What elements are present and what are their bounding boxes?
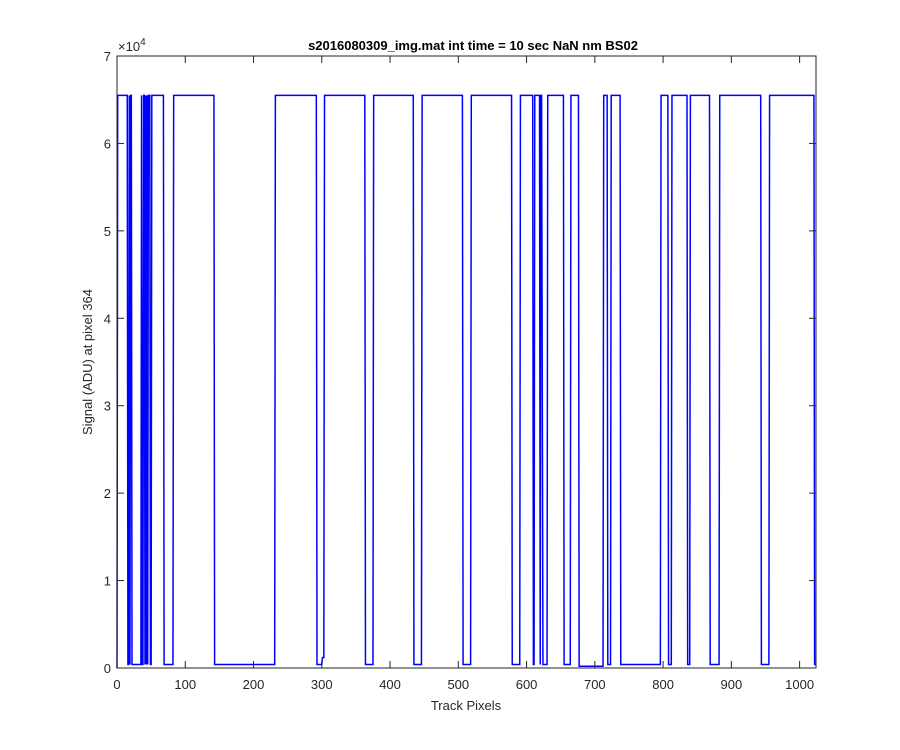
plot-area bbox=[117, 56, 816, 668]
y-tick-label-0: 0 bbox=[104, 661, 111, 676]
x-tick-label-500: 500 bbox=[447, 677, 469, 692]
chart-title: s2016080309_img.mat int time = 10 sec Na… bbox=[308, 38, 638, 53]
y-exponent-power: 4 bbox=[140, 37, 146, 48]
x-tick-label-900: 900 bbox=[721, 677, 743, 692]
y-tick-label-50000: 5 bbox=[104, 224, 111, 239]
y-exponent-base: ×10 bbox=[118, 39, 140, 54]
x-tick-label-400: 400 bbox=[379, 677, 401, 692]
x-tick-label-100: 100 bbox=[174, 677, 196, 692]
y-tick-label-40000: 4 bbox=[104, 311, 111, 326]
x-tick-label-0: 0 bbox=[113, 677, 120, 692]
x-tick-label-800: 800 bbox=[652, 677, 674, 692]
y-tick-label-30000: 3 bbox=[104, 399, 111, 414]
x-tick-label-600: 600 bbox=[516, 677, 538, 692]
y-tick-label-20000: 2 bbox=[104, 486, 111, 501]
y-tick-label-60000: 6 bbox=[104, 136, 111, 151]
figure: 0 100 200 300 400 500 600 700 800 900 1000 0 1 2 3 4 5 6 7… bbox=[0, 0, 900, 750]
x-tick-label-1000: 1000 bbox=[785, 677, 814, 692]
y-tick-label-10000: 1 bbox=[104, 574, 111, 589]
x-tick-label-700: 700 bbox=[584, 677, 606, 692]
x-tick-label-300: 300 bbox=[311, 677, 333, 692]
y-tick-label-70000: 7 bbox=[104, 49, 111, 64]
x-tick-label-200: 200 bbox=[243, 677, 265, 692]
x-axis-label: Track Pixels bbox=[431, 698, 502, 713]
y-axis-label: Signal (ADU) at pixel 364 bbox=[80, 289, 95, 435]
